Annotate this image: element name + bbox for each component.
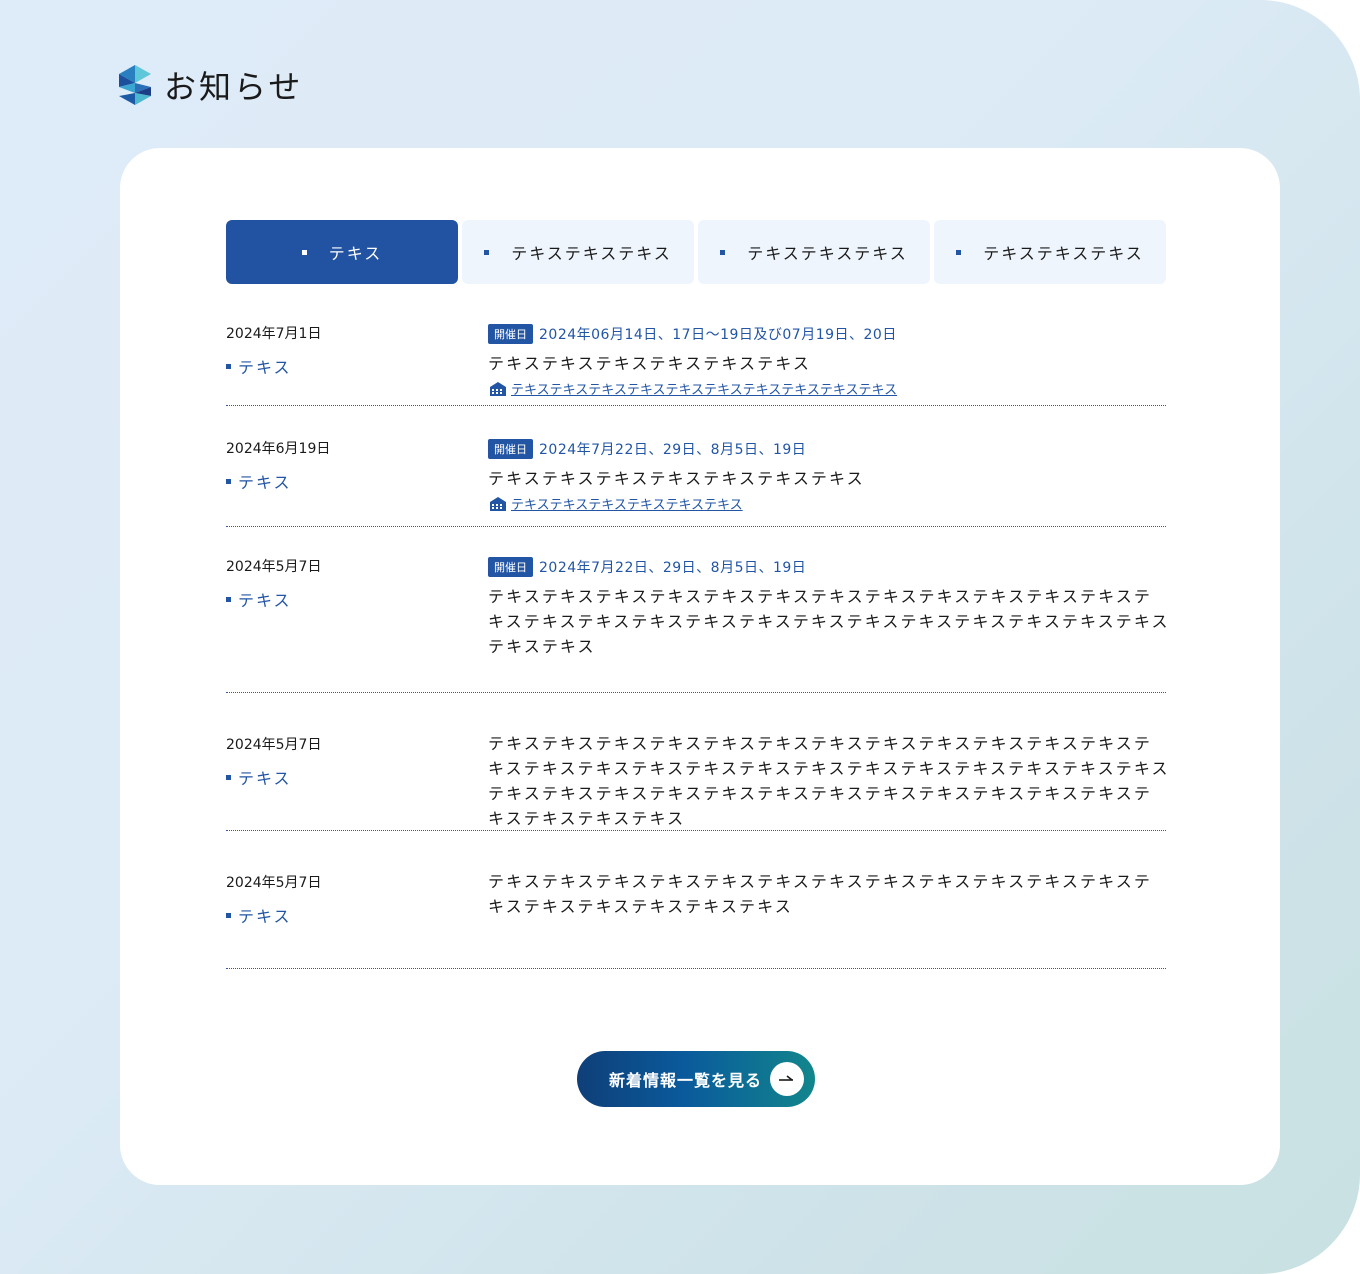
bullet-square-icon: [226, 774, 231, 780]
news-text[interactable]: テキステキステキステキステキステキステキステキステキステキステキステキステキステ…: [488, 584, 1170, 659]
brand-logo-icon: [119, 65, 151, 105]
news-item[interactable]: 2024年5月7日 テキス 開催日 2024年7月22日、29日、8月5日、19…: [226, 551, 1167, 693]
bullet-square-icon: [226, 363, 231, 369]
bullet-square-icon: [226, 912, 231, 918]
tab-label: テキステキステキス: [511, 244, 672, 263]
event-date-badge: 開催日: [488, 439, 533, 459]
news-text[interactable]: テキステキステキステキステキステキス: [488, 351, 1170, 376]
news-text[interactable]: テキステキステキステキステキステキステキス: [488, 466, 1170, 491]
news-category[interactable]: テキス: [226, 354, 466, 378]
tab-label: テキステキステキス: [747, 244, 908, 263]
event-date-badge: 開催日: [488, 557, 533, 577]
news-item[interactable]: 2024年5月7日 テキス テキステキステキステキステキステキステキステキステキ…: [226, 729, 1167, 831]
bullet-square-icon: [301, 249, 307, 255]
news-card: テキス テキステキステキス テキステキステキス テキステキステキス 2024年7…: [120, 148, 1280, 1185]
news-date: 2024年5月7日: [226, 559, 322, 575]
news-item[interactable]: 2024年7月1日 テキス 開催日 2024年06月14日、17日〜19日及び0…: [226, 318, 1166, 406]
bullet-square-icon: [226, 478, 231, 484]
arrow-right-icon: [770, 1062, 804, 1096]
bullet-square-icon: [956, 249, 962, 255]
news-category-label: テキス: [238, 358, 292, 377]
news-category-label: テキス: [238, 769, 292, 788]
section-heading: お知らせ: [118, 64, 303, 106]
page-title: お知らせ: [164, 68, 304, 106]
news-text[interactable]: テキステキステキステキステキステキステキステキステキステキステキステキステキステ…: [488, 731, 1170, 831]
news-date: 2024年5月7日: [226, 737, 322, 753]
news-date: 2024年7月1日: [226, 326, 322, 342]
tab-label: テキス: [328, 244, 383, 263]
news-category-label: テキス: [238, 473, 292, 492]
news-list: 2024年7月1日 テキス 開催日 2024年06月14日、17日〜19日及び0…: [226, 318, 1167, 969]
tab-category-3[interactable]: テキステキステキス: [698, 220, 930, 284]
building-icon: [490, 496, 506, 511]
event-dates: 2024年06月14日、17日〜19日及び07月19日、20日: [539, 327, 897, 343]
tab-category-4[interactable]: テキステキステキス: [934, 220, 1166, 284]
venue-link[interactable]: テキステキステキステキステキステキス: [511, 494, 743, 513]
building-icon: [490, 381, 506, 396]
news-category-label: テキス: [238, 907, 292, 926]
news-category[interactable]: テキス: [226, 469, 466, 493]
news-category[interactable]: テキス: [226, 765, 466, 789]
tab-label: テキステキステキス: [983, 244, 1144, 263]
news-text[interactable]: テキステキステキステキステキステキステキステキステキステキステキステキステキステ…: [488, 869, 1170, 919]
news-category[interactable]: テキス: [226, 587, 466, 611]
view-all-news-button[interactable]: 新着情報一覧を見る: [577, 1051, 815, 1107]
news-date: 2024年5月7日: [226, 875, 322, 891]
bullet-square-icon: [226, 596, 231, 602]
category-tabs: テキス テキステキステキス テキステキステキス テキステキステキス: [226, 220, 1166, 284]
tab-category-1[interactable]: テキス: [226, 220, 458, 284]
tab-category-2[interactable]: テキステキステキス: [462, 220, 694, 284]
event-dates: 2024年7月22日、29日、8月5日、19日: [539, 560, 807, 576]
page-background: お知らせ テキス テキステキステキス テキステキステキス テキステキステキス 2…: [0, 0, 1360, 1274]
news-item[interactable]: 2024年6月19日 テキス 開催日 2024年7月22日、29日、8月5日、1…: [226, 433, 1166, 527]
bullet-square-icon: [484, 249, 490, 255]
news-category[interactable]: テキス: [226, 903, 466, 927]
news-date: 2024年6月19日: [226, 441, 331, 457]
bullet-square-icon: [720, 249, 726, 255]
event-dates: 2024年7月22日、29日、8月5日、19日: [539, 442, 807, 458]
event-date-badge: 開催日: [488, 324, 533, 344]
venue-link[interactable]: テキステキステキステキステキステキステキステキステキステキス: [511, 379, 897, 398]
news-category-label: テキス: [238, 591, 292, 610]
news-item[interactable]: 2024年5月7日 テキス テキステキステキステキステキステキステキステキステキ…: [226, 867, 1166, 969]
view-all-news-label: 新着情報一覧を見る: [609, 1071, 763, 1090]
